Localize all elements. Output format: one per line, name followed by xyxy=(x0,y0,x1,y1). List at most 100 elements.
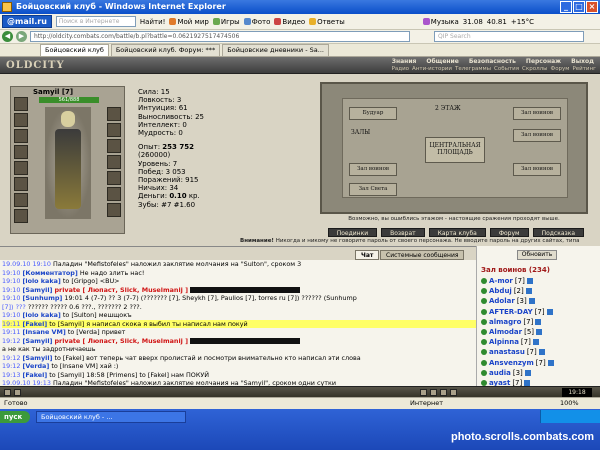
member-name[interactable]: audia xyxy=(489,368,511,378)
member-name[interactable]: Ansvenzym xyxy=(489,358,534,368)
toolbar-item[interactable]: Игры xyxy=(212,18,240,26)
private-message-icon[interactable] xyxy=(481,308,487,315)
chat-private-recipients[interactable]: private [ Люпаст, Slick, Muselmanij ] xyxy=(54,286,188,294)
minimize-button[interactable]: _ xyxy=(560,1,572,13)
info-icon[interactable] xyxy=(524,369,531,376)
info-icon[interactable] xyxy=(546,308,553,315)
boots-slot[interactable] xyxy=(107,203,121,217)
submenu-rating[interactable]: Рейтинг xyxy=(572,66,596,72)
tab-system-messages[interactable]: Системные сообщения xyxy=(380,250,465,260)
roster-member[interactable]: AFTER-DAY [7] xyxy=(481,307,596,317)
smiles-icon[interactable] xyxy=(450,389,457,396)
mailru-logo[interactable]: @mail.ru xyxy=(2,15,52,28)
settings-icon[interactable] xyxy=(14,389,21,396)
smile-icon[interactable] xyxy=(4,389,11,396)
chat-nick[interactable]: [Insane VM] xyxy=(22,328,65,336)
chat-private-recipients[interactable]: private [ Люпаст, Slick, Muselmanij ] xyxy=(54,337,188,345)
bracers-slot[interactable] xyxy=(107,171,121,185)
info-icon[interactable] xyxy=(535,318,542,325)
belt-slot[interactable] xyxy=(14,161,28,175)
necklace-slot[interactable] xyxy=(107,123,121,137)
info-icon[interactable] xyxy=(538,349,545,356)
roster-member[interactable]: almagro [7] xyxy=(481,317,596,327)
earring-slot[interactable] xyxy=(107,107,121,121)
submenu-forum[interactable]: Форум xyxy=(550,66,569,72)
weapon-slot[interactable] xyxy=(14,129,28,143)
filter-icon[interactable] xyxy=(420,389,427,396)
legs-slot[interactable] xyxy=(107,187,121,201)
menu-knowledge[interactable]: Знания xyxy=(392,58,417,65)
member-name[interactable]: Alpinna xyxy=(489,337,519,347)
chat-nick[interactable]: [Fakel] xyxy=(22,371,47,379)
window-titlebar[interactable]: Бойцовский клуб - Windows Internet Explo… xyxy=(0,0,600,14)
chat-nick[interactable]: [Samyil] xyxy=(22,337,52,345)
toolbar-item[interactable]: Мой мир xyxy=(169,18,209,26)
tab-forum[interactable]: Бойцовский клуб. Форум: *** xyxy=(110,44,221,56)
private-message-icon[interactable] xyxy=(481,359,487,366)
submenu-radio[interactable]: Радио xyxy=(392,66,409,72)
submenu-events[interactable]: События xyxy=(494,66,519,72)
info-icon[interactable] xyxy=(536,329,543,336)
private-message-icon[interactable] xyxy=(481,318,487,325)
character-avatar[interactable] xyxy=(45,107,91,219)
room-warriors-hall[interactable]: Зал воинов xyxy=(513,163,561,176)
submenu-telegrams[interactable]: Телеграммы xyxy=(455,66,491,72)
roster-member[interactable]: Adolar [3] xyxy=(481,296,596,306)
maximize-button[interactable]: □ xyxy=(573,1,585,13)
room-warriors-hall[interactable]: Зал воинов xyxy=(513,129,561,142)
chat-nick[interactable]: [Sunhump] xyxy=(22,294,62,302)
private-message-icon[interactable] xyxy=(481,288,487,295)
private-message-icon[interactable] xyxy=(481,369,487,376)
chat-nick[interactable]: [lolo kaka] xyxy=(22,277,60,285)
ring-slot[interactable] xyxy=(14,193,28,207)
refresh-button[interactable]: Обновить xyxy=(517,250,557,260)
member-name[interactable]: anastasu xyxy=(489,347,525,357)
submenu-scrolls[interactable]: Скроллы xyxy=(522,66,547,72)
hint-button[interactable]: Подсказка xyxy=(532,228,584,237)
member-name[interactable]: AFTER-DAY xyxy=(489,307,533,317)
room-boudoir[interactable]: Будуар xyxy=(349,107,397,120)
club-map-button[interactable]: Карта клуба xyxy=(428,228,486,237)
room-warriors-hall[interactable]: Зал воинов xyxy=(513,107,561,120)
roster-member[interactable]: audia [3] xyxy=(481,368,596,378)
menu-security[interactable]: Безопасность xyxy=(469,58,516,65)
ring-slot[interactable] xyxy=(14,177,28,191)
back-button[interactable]: ◀ xyxy=(2,31,13,42)
roster-member[interactable]: Almodar [5] xyxy=(481,327,596,337)
chat-nick[interactable]: [Fakel] xyxy=(22,320,47,328)
menu-character[interactable]: Персонаж xyxy=(526,58,561,65)
info-icon[interactable] xyxy=(525,288,532,295)
member-name[interactable]: Almodar xyxy=(489,327,522,337)
mailru-find-button[interactable]: Найти! xyxy=(140,18,166,26)
toolbar-item[interactable]: Музыка xyxy=(422,18,459,26)
duels-button[interactable]: Поединки xyxy=(327,228,378,237)
chat-log[interactable]: 19.09.10 19:10 Паладин "Mefistofeles" на… xyxy=(0,260,476,386)
zoom-indicator[interactable]: 100% xyxy=(560,398,579,409)
tab-diaries[interactable]: Бойцовские дневники - Sa... xyxy=(222,44,329,56)
roster-member[interactable]: A-mor [7] xyxy=(481,276,596,286)
forum-button[interactable]: Форум xyxy=(489,228,529,237)
chat-nick[interactable]: [Samyil] xyxy=(22,354,52,362)
roster-member[interactable]: anastasu [7] xyxy=(481,347,596,357)
return-button[interactable]: Возврат xyxy=(381,228,425,237)
chat-nick[interactable]: [Samyil] xyxy=(22,286,52,294)
tab-club[interactable]: Бойцовский клуб xyxy=(40,44,109,56)
info-icon[interactable] xyxy=(532,339,539,346)
armor-slot[interactable] xyxy=(14,145,28,159)
info-icon[interactable] xyxy=(526,278,533,285)
mailru-search-input[interactable]: Поиск в Интернете xyxy=(55,16,136,27)
gloves-slot[interactable] xyxy=(107,155,121,169)
room-light-hall[interactable]: Зал Света xyxy=(349,183,397,196)
info-icon[interactable] xyxy=(528,298,535,305)
start-button[interactable]: пуск xyxy=(0,411,30,423)
private-message-icon[interactable] xyxy=(481,278,487,285)
toolbar-item[interactable]: Видео xyxy=(274,18,305,26)
taskbar-item[interactable]: Бойцовский клуб - ... xyxy=(36,411,186,423)
chat-nick[interactable]: [Verda] xyxy=(22,362,49,370)
toolbar-item[interactable]: Фото xyxy=(243,18,270,26)
clear-icon[interactable] xyxy=(430,389,437,396)
submenu-stories[interactable]: Анти-истории xyxy=(412,66,452,72)
member-name[interactable]: A-mor xyxy=(489,276,513,286)
boots-slot[interactable] xyxy=(14,209,28,223)
tab-chat[interactable]: Чат xyxy=(355,250,380,260)
